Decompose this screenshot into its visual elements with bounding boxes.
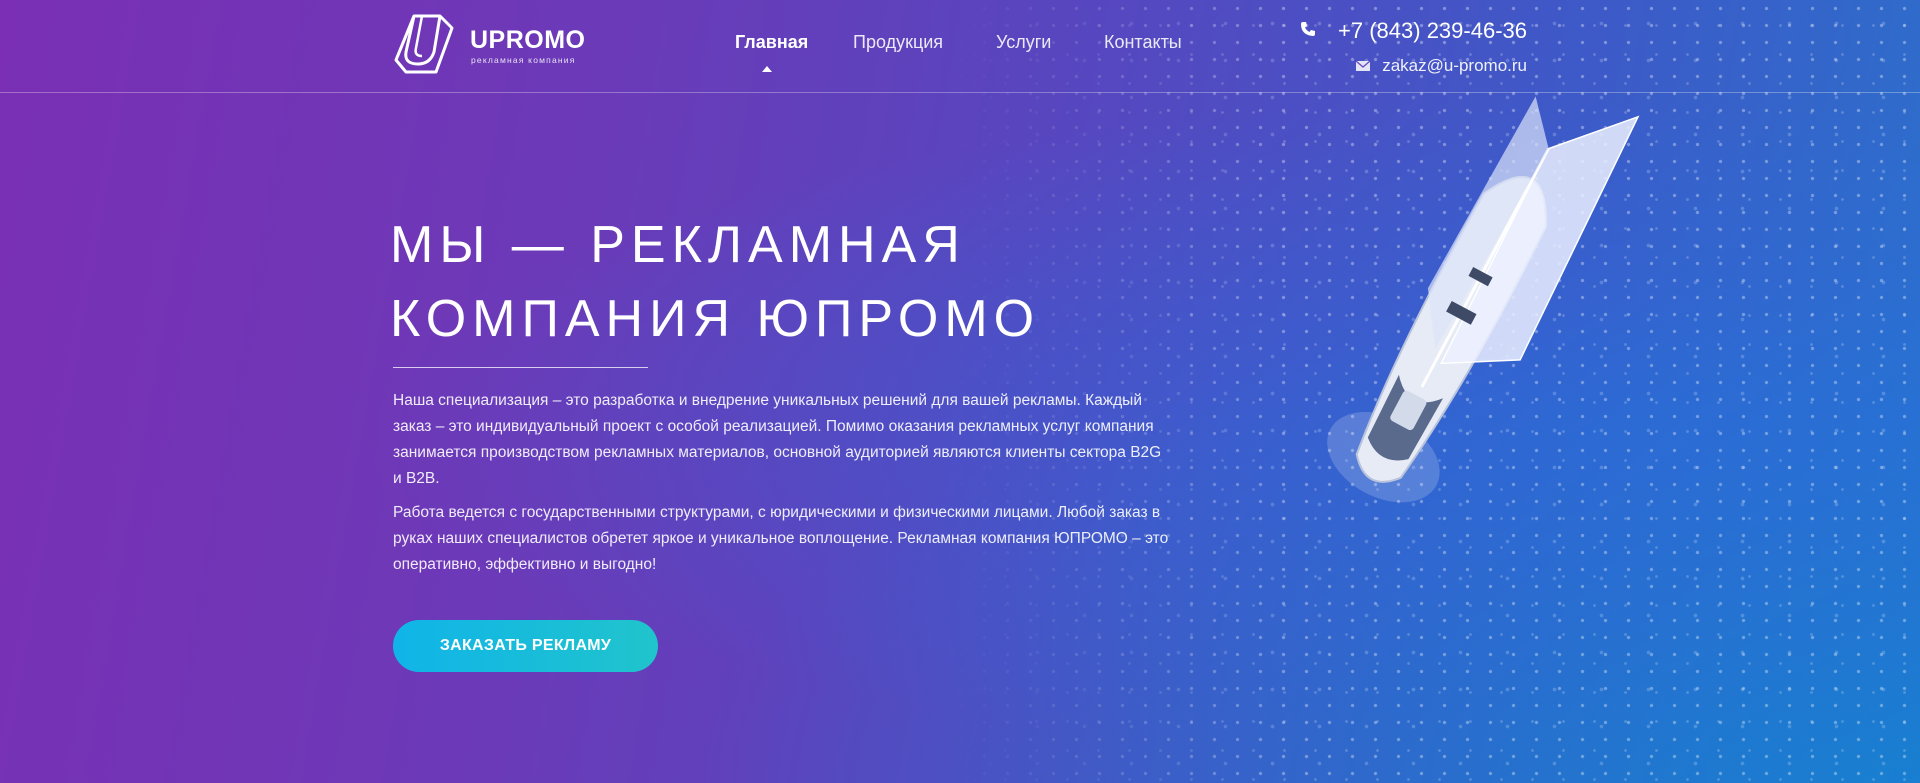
hero-paragraph-1: Наша специализация – это разработка и вн…: [393, 392, 1162, 487]
logo-name: UPROMO: [470, 26, 586, 54]
nav-item-home[interactable]: Главная: [735, 32, 808, 53]
hero-title-line1: МЫ — РЕКЛАМНАЯ: [390, 216, 966, 274]
hero-title-line2: КОМПАНИЯ ЮПРОМО: [390, 290, 1041, 348]
site-header: UPROMO рекламная компания Главная Продук…: [0, 0, 1920, 93]
logo[interactable]: UPROMO рекламная компания: [392, 12, 592, 78]
logo-tagline: рекламная компания: [471, 55, 576, 65]
nav-item-products[interactable]: Продукция: [853, 32, 943, 53]
order-ad-button[interactable]: ЗАКАЗАТЬ РЕКЛАМУ: [393, 620, 658, 672]
title-divider: [393, 367, 648, 368]
phone-icon: [1301, 22, 1316, 36]
sailboat-image: [1327, 96, 1640, 503]
hero-title: МЫ — РЕКЛАМНАЯ КОМПАНИЯ ЮПРОМО: [390, 208, 1150, 356]
active-indicator: [762, 66, 772, 72]
logo-icon: [394, 14, 454, 74]
nav-item-services[interactable]: Услуги: [996, 32, 1051, 53]
hero-paragraph-2: Работа ведется с государственными структ…: [393, 504, 1169, 573]
email-link[interactable]: zakaz@u-promo.ru: [1356, 56, 1527, 76]
phone-number: +7 (843) 239-46-36: [1338, 18, 1527, 43]
email-address: zakaz@u-promo.ru: [1382, 56, 1527, 75]
nav-item-contacts[interactable]: Контакты: [1104, 32, 1182, 53]
phone-link[interactable]: +7 (843) 239-46-36: [1301, 18, 1527, 44]
mail-icon: [1356, 61, 1371, 71]
